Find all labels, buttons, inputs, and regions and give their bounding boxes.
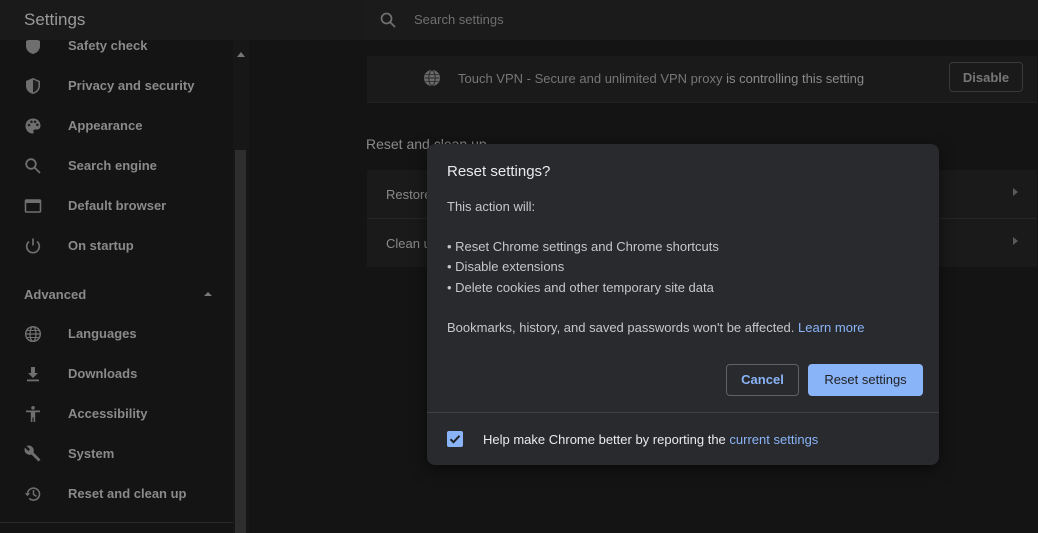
dialog-note: Bookmarks, history, and saved passwords …	[447, 320, 865, 335]
sidebar-item-label: Privacy and security	[68, 78, 195, 93]
note-text: Bookmarks, history, and saved passwords …	[447, 320, 795, 335]
sidebar-item-reset-and-clean-up[interactable]: Reset and clean up	[0, 474, 233, 514]
dialog-intro: This action will:	[447, 199, 536, 214]
scroll-up-arrow-icon[interactable]	[237, 52, 245, 57]
sidebar-item-label: Search engine	[68, 158, 157, 173]
sidebar-item-default-browser[interactable]: Default browser	[0, 186, 233, 226]
sidebar-item-system[interactable]: System	[0, 434, 233, 474]
power-icon	[25, 238, 41, 254]
search-input[interactable]	[412, 11, 816, 28]
sidebar-item-label: On startup	[68, 238, 134, 253]
scrollbar-thumb[interactable]	[235, 150, 246, 533]
sidebar-item-languages[interactable]: Languages	[0, 314, 233, 354]
report-text: Help make Chrome better by reporting the	[483, 432, 726, 447]
search-icon	[25, 158, 41, 174]
app-title: Settings	[24, 10, 86, 29]
wrench-icon	[24, 445, 41, 462]
search-bar[interactable]	[365, 0, 1038, 40]
browser-icon	[24, 199, 42, 213]
extension-control-banner: Touch VPN - Secure and unlimited VPN pro…	[367, 56, 1037, 103]
dialog-bullet: • Reset Chrome settings and Chrome short…	[447, 239, 719, 254]
sidebar-scrollbar[interactable]	[233, 40, 249, 533]
sidebar-item-label: Accessibility	[68, 406, 148, 421]
sidebar-item-on-startup[interactable]: On startup	[0, 226, 233, 266]
row-label: Restore	[386, 187, 432, 202]
download-icon	[27, 367, 39, 382]
row-label: Clean u	[386, 236, 431, 251]
cancel-button[interactable]: Cancel	[726, 364, 799, 396]
chevron-right-icon	[1013, 237, 1018, 245]
advanced-label: Advanced	[24, 287, 87, 302]
sidebar-item-label: Downloads	[68, 366, 138, 381]
checkmark-icon	[449, 435, 461, 444]
report-settings-label: Help make Chrome better by reporting the…	[483, 432, 818, 447]
chevron-up-icon	[204, 292, 212, 296]
top-bar: Settings	[0, 0, 1038, 40]
chevron-right-icon	[1013, 188, 1018, 196]
globe-icon	[424, 70, 440, 86]
sidebar: Safety check Privacy and security Appear…	[0, 40, 233, 533]
shield-check-icon	[26, 40, 40, 54]
shield-icon	[26, 78, 40, 94]
sidebar-item-safety-check[interactable]: Safety check	[0, 40, 233, 66]
sidebar-item-label: Reset and clean up	[68, 486, 187, 501]
globe-icon	[24, 325, 42, 343]
divider	[0, 522, 233, 523]
reset-settings-button[interactable]: Reset settings	[808, 364, 923, 396]
sidebar-item-label: Appearance	[68, 118, 143, 133]
sidebar-item-downloads[interactable]: Downloads	[0, 354, 233, 394]
extension-name: Touch VPN - Secure and unlimited VPN pro…	[458, 71, 723, 86]
search-icon	[380, 12, 396, 28]
sidebar-item-label: Default browser	[68, 198, 167, 213]
accessibility-icon	[26, 406, 40, 422]
dialog-title: Reset settings?	[447, 163, 551, 180]
sidebar-item-search-engine[interactable]: Search engine	[0, 146, 233, 186]
sidebar-item-label: Safety check	[68, 40, 148, 53]
report-settings-checkbox[interactable]	[447, 431, 463, 447]
divider	[427, 412, 939, 413]
reset-settings-dialog: Reset settings? This action will: • Rese…	[427, 144, 939, 465]
sidebar-item-label: System	[68, 446, 115, 461]
extension-control-text: Touch VPN - Secure and unlimited VPN pro…	[458, 71, 864, 86]
sidebar-item-appearance[interactable]: Appearance	[0, 106, 233, 146]
current-settings-link[interactable]: current settings	[729, 432, 818, 447]
history-icon	[24, 487, 41, 501]
learn-more-link[interactable]: Learn more	[798, 320, 864, 335]
dialog-bullet: • Delete cookies and other temporary sit…	[447, 280, 714, 295]
advanced-section-toggle[interactable]: Advanced	[0, 274, 233, 314]
controlling-text: is controlling this setting	[726, 71, 865, 86]
palette-icon	[25, 118, 41, 134]
disable-button[interactable]: Disable	[949, 62, 1023, 92]
sidebar-item-label: Languages	[68, 326, 137, 341]
dialog-bullet: • Disable extensions	[447, 259, 565, 274]
sidebar-item-accessibility[interactable]: Accessibility	[0, 394, 233, 434]
sidebar-item-privacy-and-security[interactable]: Privacy and security	[0, 66, 233, 106]
